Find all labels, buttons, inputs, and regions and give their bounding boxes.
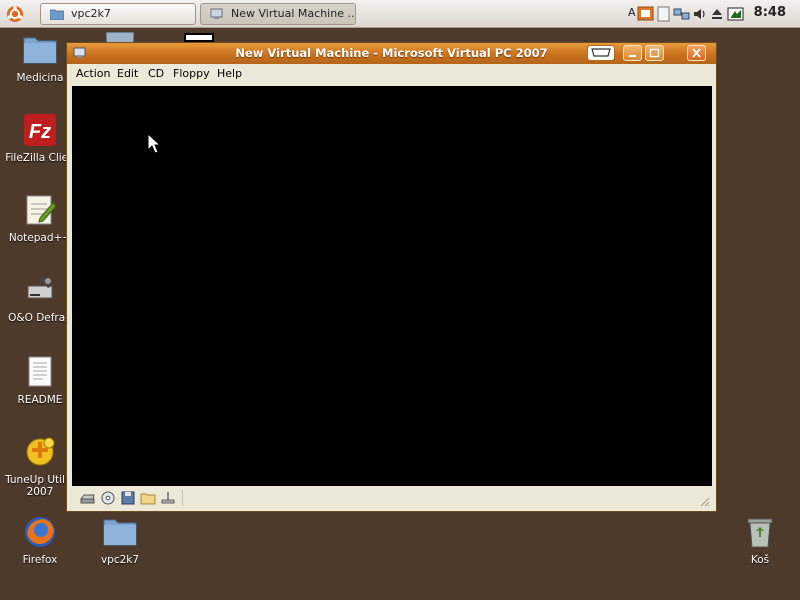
- resize-grip-icon[interactable]: [698, 495, 710, 507]
- folder-icon: [50, 9, 64, 20]
- taskbar-item-virtual-machine[interactable]: New Virtual Machine ...: [200, 3, 356, 25]
- vm-window: New Virtual Machine - Microsoft Virtual …: [66, 42, 717, 512]
- network-icon[interactable]: [673, 6, 691, 22]
- tuneup-icon: [26, 437, 55, 466]
- defrag-icon: [27, 276, 53, 299]
- filezilla-icon: Fz: [24, 114, 56, 146]
- taskbar-item-vpc2k7[interactable]: vpc2k7: [40, 3, 196, 25]
- desktop-icon-label: vpc2k7: [100, 554, 140, 566]
- maximize-icon: [649, 48, 660, 58]
- volume-icon[interactable]: [692, 6, 708, 22]
- cd-drive-icon[interactable]: [100, 491, 116, 505]
- menu-floppy[interactable]: Floppy: [173, 67, 210, 80]
- hidden-desktop-icon: [184, 33, 214, 42]
- shared-folder-icon[interactable]: [140, 491, 156, 505]
- desktop-icon-label: Koš: [750, 554, 770, 566]
- eject-icon[interactable]: [710, 6, 724, 22]
- minimize-button[interactable]: [623, 45, 642, 61]
- notepad-icon: [26, 195, 57, 225]
- desktop-icon-trash[interactable]: Koš: [720, 514, 800, 566]
- desktop-icon-label: Firefox: [22, 554, 58, 566]
- menu-action[interactable]: Action: [76, 67, 110, 80]
- vm-screen[interactable]: [72, 86, 712, 486]
- close-button[interactable]: [687, 45, 706, 61]
- tray-letter: A: [628, 6, 636, 19]
- status-bar: [72, 487, 712, 509]
- taskbar-item-label: New Virtual Machine ...: [231, 7, 356, 20]
- firefox-icon: [25, 517, 55, 547]
- taskbar-item-label: vpc2k7: [71, 7, 111, 20]
- desktop-icon-firefox[interactable]: Firefox: [0, 514, 80, 566]
- network-adapter-icon[interactable]: [160, 491, 176, 505]
- maximize-button[interactable]: [645, 45, 664, 61]
- minimize-icon: [629, 55, 636, 57]
- svg-text:Fz: Fz: [29, 121, 51, 143]
- folder-icon: [103, 519, 137, 546]
- window-title: New Virtual Machine - Microsoft Virtual …: [235, 46, 548, 60]
- menu-cd[interactable]: CD: [148, 67, 164, 80]
- status-divider: [182, 490, 183, 506]
- window-titlebar[interactable]: New Virtual Machine - Microsoft Virtual …: [67, 43, 716, 64]
- floppy-icon[interactable]: [120, 491, 136, 505]
- tray-document-icon[interactable]: [655, 6, 673, 22]
- folder-icon: [23, 37, 57, 64]
- desktop-icon-vpc2k7[interactable]: vpc2k7: [80, 514, 160, 566]
- power-icon[interactable]: [727, 6, 745, 22]
- menu-edit[interactable]: Edit: [117, 67, 138, 80]
- mouse-cursor-icon: [147, 133, 161, 154]
- trash-icon: [747, 518, 773, 548]
- clock[interactable]: 8:48: [754, 5, 786, 20]
- fullscreen-button[interactable]: [587, 45, 615, 61]
- menu-help[interactable]: Help: [217, 67, 242, 80]
- tray-app-icon[interactable]: [637, 6, 655, 22]
- menu-bar: Action Edit CD Floppy Help: [67, 64, 716, 84]
- close-icon: [692, 48, 701, 58]
- top-panel: vpc2k7 New Virtual Machine ... A 8:48: [0, 0, 800, 28]
- hard-disk-icon[interactable]: [80, 491, 96, 505]
- ubuntu-menu-icon[interactable]: [6, 5, 24, 23]
- document-icon: [28, 356, 52, 387]
- virtual-pc-icon: [210, 8, 223, 19]
